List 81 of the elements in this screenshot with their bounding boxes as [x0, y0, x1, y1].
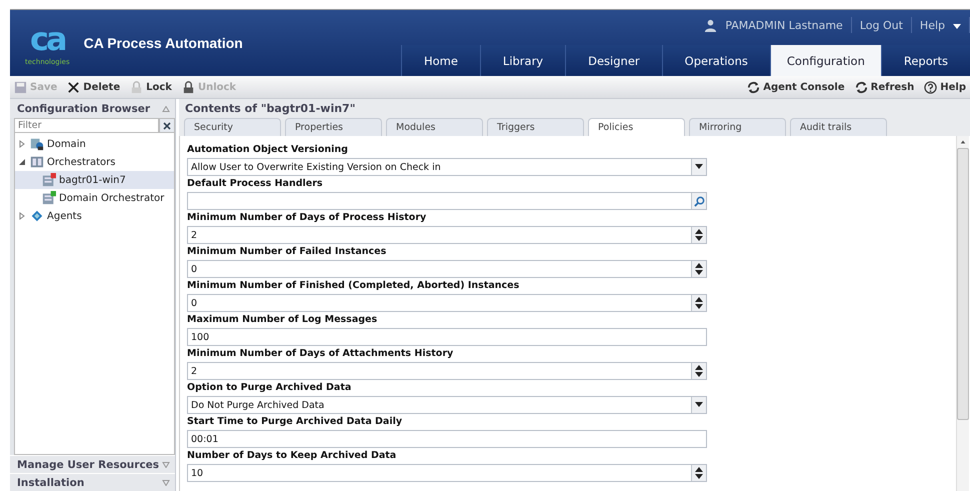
nav-tab[interactable]: Reports	[880, 45, 970, 76]
caret-icon	[953, 24, 961, 28]
tree-item[interactable]: Domain	[15, 135, 174, 153]
spinner-arrows-icon	[695, 228, 703, 242]
server-check-icon	[42, 191, 56, 205]
content-title: Contents of "bagtr01-win7"	[184, 101, 356, 117]
field-label: Start Time to Purge Archived Data Daily	[187, 415, 404, 429]
toolbar-button[interactable]: Delete	[63, 80, 124, 94]
dropdown-arrow-icon	[695, 164, 703, 170]
dropdown[interactable]: Do Not Purge Archived Data	[187, 396, 707, 414]
field-label: Maximum Number of Log Messages	[187, 313, 378, 327]
dropdown-arrow-icon	[695, 402, 703, 408]
tab[interactable]: Audit trails	[790, 118, 887, 136]
help-menu[interactable]: Help	[920, 18, 961, 32]
spinner-arrows-icon	[695, 466, 703, 480]
field-label: Automation Object Versioning	[187, 143, 349, 157]
number-spinner[interactable]: 10	[187, 464, 707, 482]
expand-icon[interactable]	[18, 140, 27, 148]
nav-tab[interactable]: Configuration	[770, 45, 881, 76]
spinner-arrows-icon	[695, 296, 703, 310]
tab[interactable]: Security	[184, 118, 281, 136]
number-spinner[interactable]: 2	[187, 362, 707, 380]
server-alert-icon	[42, 173, 56, 187]
tab[interactable]: Modules	[386, 118, 483, 136]
close-icon	[67, 80, 80, 94]
field-label: Minimum Number of Days of Attachments History	[187, 347, 454, 361]
server-rack-icon	[30, 155, 44, 169]
filter-field[interactable]: Filter	[14, 118, 159, 133]
spinner-arrows-icon	[695, 262, 703, 276]
field-label: Minimum Number of Days of Process History	[187, 211, 428, 225]
dropdown[interactable]: Allow User to Overwrite Existing Version on Check in	[187, 158, 707, 176]
close-icon	[163, 122, 171, 130]
expand-icon[interactable]	[18, 212, 27, 220]
clear-button[interactable]	[159, 118, 175, 133]
toolbar-button[interactable]: Agent Console	[743, 80, 849, 94]
nav-tab[interactable]: Library	[480, 45, 566, 76]
field-label: Number of Days to Keep Archived Data	[187, 449, 398, 463]
tab[interactable]: Mirroring	[689, 118, 786, 136]
tab[interactable]: Properties	[285, 118, 382, 136]
field-label: Option to Purge Archived Data	[187, 381, 352, 395]
tab[interactable]: Policies	[588, 118, 685, 136]
accordion-header[interactable]: Manage User Resources	[10, 455, 175, 473]
field-label: Default Process Handlers	[187, 177, 324, 191]
help-icon	[924, 80, 938, 94]
number-spinner[interactable]: 0	[187, 294, 707, 312]
nav-tab[interactable]: Operations	[662, 45, 770, 76]
lock-icon	[182, 80, 195, 94]
toolbar-button[interactable]: Help	[920, 80, 970, 94]
toolbar-button[interactable]: Refresh	[850, 80, 918, 94]
app-title: CA Process Automation	[84, 35, 243, 51]
field-label: Minimum Number of Finished (Completed, Aborted) Instances	[187, 279, 520, 293]
nav-tab[interactable]: Home	[400, 45, 480, 76]
collapse-icon[interactable]	[18, 158, 27, 166]
search-icon	[694, 196, 704, 206]
nav-tab[interactable]: Designer	[565, 45, 662, 76]
lookup-field[interactable]	[187, 192, 707, 210]
tree-item[interactable]: Orchestrators	[15, 153, 174, 171]
expand-icon	[162, 462, 170, 468]
tree-item[interactable]: Domain Orchestrator	[15, 189, 174, 207]
number-spinner[interactable]: 0	[187, 260, 707, 278]
expand-icon	[162, 480, 170, 486]
lock-icon	[130, 80, 144, 94]
spinner-arrows-icon	[695, 364, 703, 378]
input-field[interactable]: 100	[187, 328, 707, 346]
tree-item[interactable]: Agents	[15, 207, 174, 225]
save-icon	[14, 80, 27, 94]
tree-item[interactable]: bagtr01-win7	[15, 171, 174, 189]
toolbar-button[interactable]: Lock	[126, 80, 176, 94]
scrollbar[interactable]	[956, 136, 969, 491]
tab[interactable]: Triggers	[487, 118, 584, 136]
user-name: PAMADMIN Lastname	[725, 18, 843, 32]
logout-link[interactable]: Log Out	[860, 18, 903, 32]
agents-icon	[30, 209, 44, 223]
domain-icon	[30, 137, 44, 151]
field-label: Minimum Number of Failed Instances	[187, 245, 388, 259]
refresh-icon	[854, 80, 868, 94]
input-field[interactable]: 00:01	[187, 430, 707, 448]
number-spinner[interactable]: 2	[187, 226, 707, 244]
user-icon	[704, 18, 718, 32]
refresh-icon	[747, 80, 760, 94]
scroll-up-icon[interactable]	[960, 140, 966, 144]
